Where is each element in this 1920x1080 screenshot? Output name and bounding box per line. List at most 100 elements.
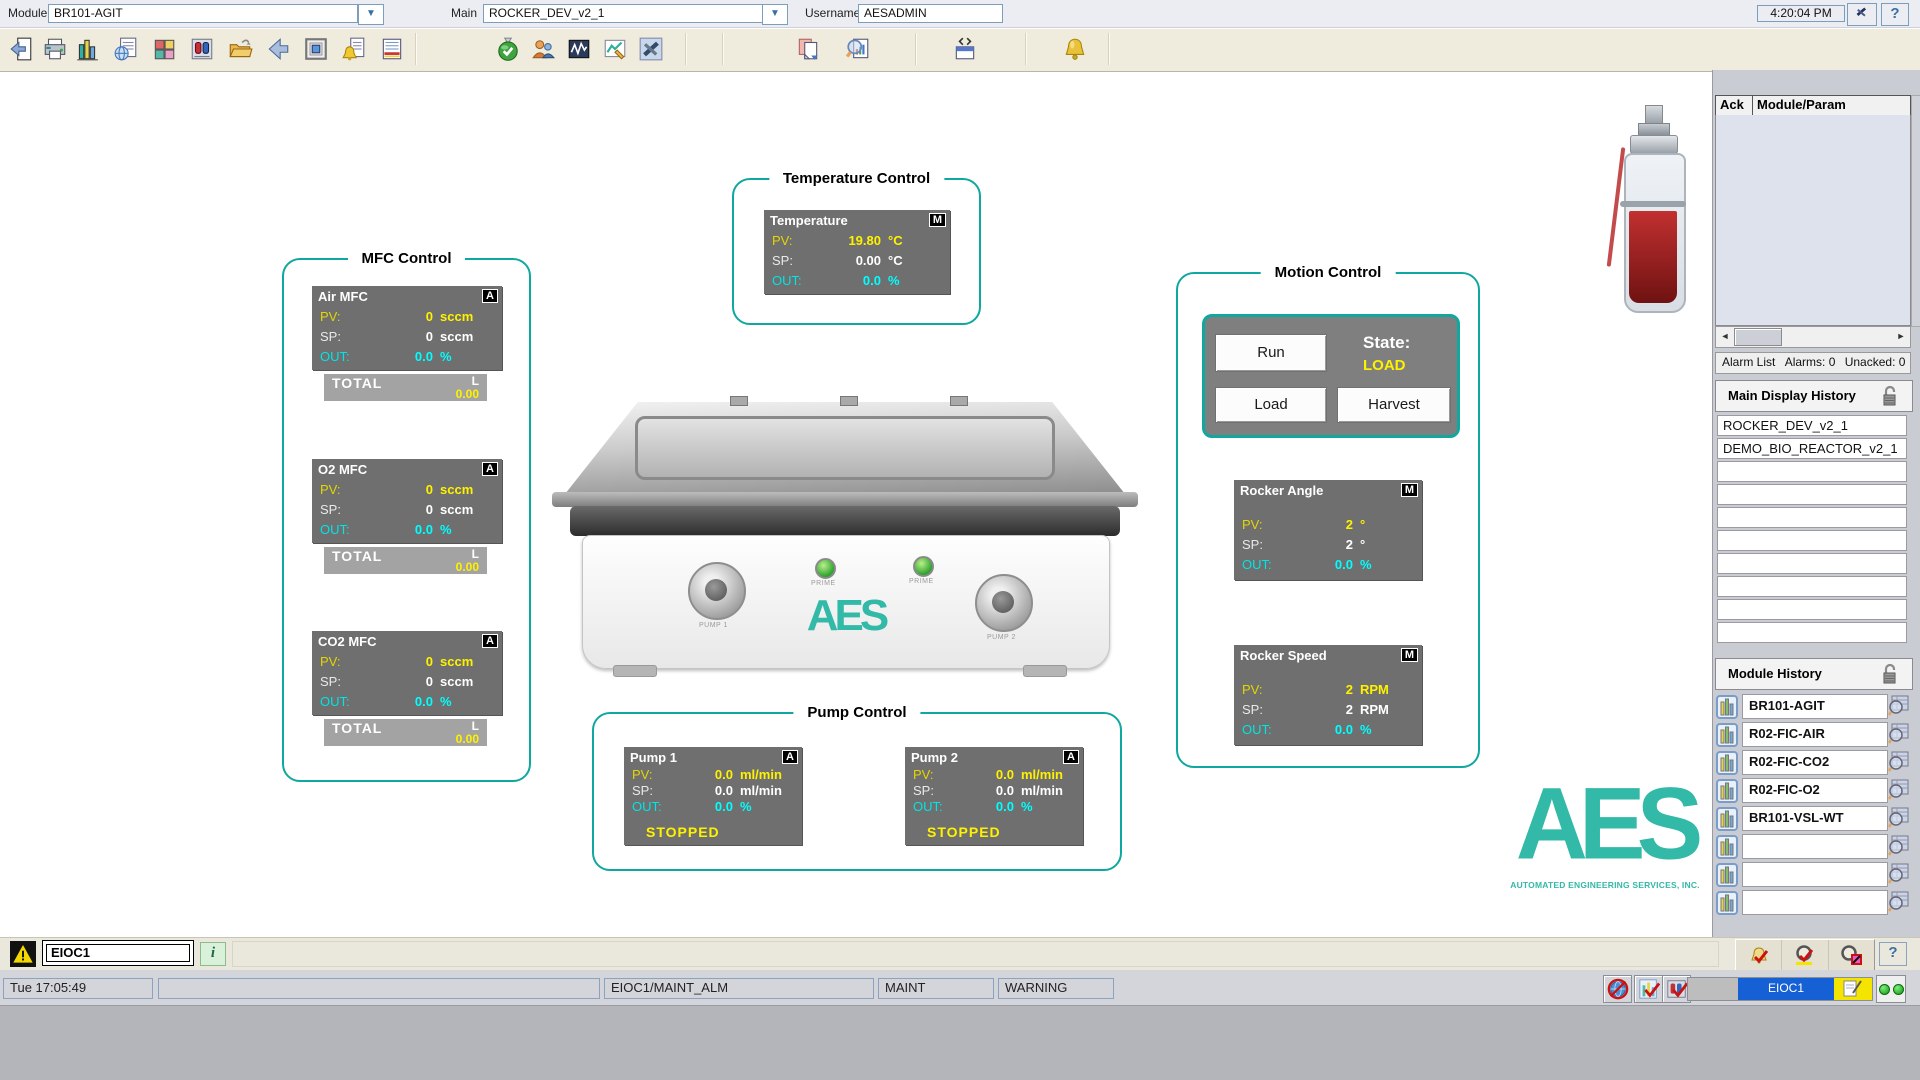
display-history-item[interactable] <box>1717 599 1907 620</box>
display-history-item[interactable] <box>1717 553 1907 574</box>
sp-unit: sccm <box>440 674 496 689</box>
network-disabled-icon[interactable] <box>1603 975 1632 1003</box>
module-history-item[interactable]: BR101-VSL-WT <box>1742 806 1888 831</box>
mode-badge[interactable]: A <box>1063 750 1079 764</box>
o2-mfc-faceplate[interactable]: O2 MFCA PV:0sccm SP:0sccm OUT:0.0% <box>312 459 502 543</box>
history-ok-icon[interactable] <box>1634 975 1663 1003</box>
exit-icon[interactable] <box>6 34 36 64</box>
process-history-icon[interactable] <box>564 34 594 64</box>
mode-badge[interactable]: M <box>1401 648 1418 662</box>
module-history-item[interactable] <box>1742 862 1888 887</box>
info-button[interactable]: i <box>200 942 226 966</box>
ack-bell-button[interactable] <box>1736 940 1782 970</box>
display-history-item[interactable]: DEMO_BIO_REACTOR_v2_1 <box>1717 438 1907 459</box>
display-history-item[interactable] <box>1717 622 1907 643</box>
module-detail-icon[interactable] <box>1886 694 1910 723</box>
module-trend-icon[interactable] <box>1716 751 1738 780</box>
mode-badge[interactable]: A <box>782 750 798 764</box>
alarm-list-vertical-scrollbar[interactable] <box>1911 95 1920 327</box>
alarm-banner-field[interactable]: EIOC1 <box>42 940 194 966</box>
mode-badge[interactable]: A <box>482 462 498 476</box>
alarm-summary-icon[interactable] <box>339 34 369 64</box>
display-history-item[interactable] <box>1717 576 1907 597</box>
module-combo-input[interactable]: BR101-AGIT <box>48 4 358 23</box>
harvest-button[interactable]: Harvest <box>1337 387 1451 423</box>
scroll-left-arrow[interactable]: ◄ <box>1717 328 1733 344</box>
alarm-bell-icon[interactable] <box>1060 34 1090 64</box>
display-globe-icon[interactable] <box>111 34 141 64</box>
module-trend-icon[interactable] <box>1716 695 1738 724</box>
display-history-item[interactable] <box>1717 507 1907 528</box>
rocker-speed-faceplate[interactable]: Rocker SpeedM PV:2RPM SP:2RPM OUT:0.0% <box>1234 645 1422 745</box>
user-manager-icon[interactable] <box>528 34 558 64</box>
window-frame-icon[interactable] <box>301 34 331 64</box>
module-history-item[interactable] <box>1742 834 1888 859</box>
mode-badge[interactable]: A <box>482 289 498 303</box>
scrollbar-thumb[interactable] <box>1734 328 1782 346</box>
faceplate-drums-icon[interactable] <box>187 34 217 64</box>
trend-bars-icon[interactable] <box>72 34 102 64</box>
pump1-faceplate[interactable]: Pump 1A PV:0.0ml/min SP:0.0ml/min OUT:0.… <box>624 747 802 845</box>
print-icon[interactable] <box>40 34 70 64</box>
display-history-item[interactable] <box>1717 461 1907 482</box>
module-detail-icon[interactable] <box>1886 834 1910 863</box>
module-detail-icon[interactable] <box>1886 778 1910 807</box>
help-button[interactable]: ? <box>1881 3 1909 26</box>
air-mfc-faceplate[interactable]: Air MFCA PV:0sccm SP:0sccm OUT:0.0% <box>312 286 502 370</box>
chart-editor-icon[interactable] <box>600 34 630 64</box>
module-history-item[interactable] <box>1742 890 1888 915</box>
diagnostics-icon[interactable] <box>493 34 523 64</box>
copy-page-icon[interactable] <box>793 34 823 64</box>
module-trend-icon[interactable] <box>1716 723 1738 752</box>
load-button[interactable]: Load <box>1215 387 1327 423</box>
workspace-blocks-icon[interactable] <box>149 34 179 64</box>
temperature-faceplate[interactable]: TemperatureM PV:19.80°C SP:0.00°C OUT:0.… <box>764 210 950 294</box>
module-trend-icon[interactable] <box>1716 835 1738 864</box>
display-history-item[interactable] <box>1717 530 1907 551</box>
comm-status-button[interactable] <box>1876 975 1906 1003</box>
total-label: TOTAL <box>332 720 382 736</box>
mode-badge[interactable]: M <box>1401 483 1418 497</box>
co2-mfc-faceplate[interactable]: CO2 MFCA PV:0sccm SP:0sccm OUT:0.0% <box>312 631 502 715</box>
module-trend-icon[interactable] <box>1716 779 1738 808</box>
mode-badge[interactable]: M <box>929 213 946 227</box>
pump2-faceplate[interactable]: Pump 2A PV:0.0ml/min SP:0.0ml/min OUT:0.… <box>905 747 1083 845</box>
module-combo-arrow-icon[interactable]: ▼ <box>358 4 384 25</box>
lock-icon[interactable] <box>1880 384 1898 413</box>
open-folder-icon[interactable] <box>225 34 255 64</box>
display-history-item[interactable]: ROCKER_DEV_v2_1 <box>1717 415 1907 436</box>
module-trend-icon[interactable] <box>1716 807 1738 836</box>
module-trend-icon[interactable] <box>1716 891 1738 920</box>
back-arrow-icon[interactable] <box>263 34 293 64</box>
run-button[interactable]: Run <box>1215 334 1327 372</box>
main-combo-input[interactable]: ROCKER_DEV_v2_1 <box>483 4 765 23</box>
module-detail-icon[interactable] <box>1886 806 1910 835</box>
warning-triangle-icon[interactable] <box>10 941 36 967</box>
username-field[interactable]: AESADMIN <box>858 4 1003 23</box>
mode-badge[interactable]: A <box>482 634 498 648</box>
scroll-right-arrow[interactable]: ► <box>1893 328 1909 344</box>
help-button-footer[interactable]: ? <box>1879 942 1907 966</box>
display-history-item[interactable] <box>1717 484 1907 505</box>
module-detail-icon[interactable] <box>1886 862 1910 891</box>
tools-icon[interactable] <box>636 34 666 64</box>
lock-icon[interactable] <box>1880 662 1898 691</box>
module-history-item[interactable]: R02-FIC-AIR <box>1742 722 1888 747</box>
horn-enabled-button[interactable] <box>1782 940 1828 970</box>
rocker-angle-faceplate[interactable]: Rocker AngleM PV:2° SP:2° OUT:0.0% <box>1234 480 1422 580</box>
module-detail-icon[interactable] <box>1886 722 1910 751</box>
engineering-tools-button[interactable] <box>1847 3 1877 26</box>
sp-value: 2 <box>1294 702 1360 717</box>
code-window-icon[interactable] <box>950 34 980 64</box>
module-history-item[interactable]: R02-FIC-CO2 <box>1742 750 1888 775</box>
module-detail-icon[interactable] <box>1886 750 1910 779</box>
module-trend-icon[interactable] <box>1716 863 1738 892</box>
horn-disabled-button[interactable] <box>1829 940 1874 970</box>
module-history-item[interactable]: R02-FIC-O2 <box>1742 778 1888 803</box>
report-icon[interactable] <box>377 34 407 64</box>
module-detail-icon[interactable] <box>1886 890 1910 919</box>
main-combo-arrow-icon[interactable]: ▼ <box>762 4 788 25</box>
alarm-list-body[interactable] <box>1715 115 1911 326</box>
search-history-icon[interactable] <box>843 34 873 64</box>
module-history-item[interactable]: BR101-AGIT <box>1742 694 1888 719</box>
